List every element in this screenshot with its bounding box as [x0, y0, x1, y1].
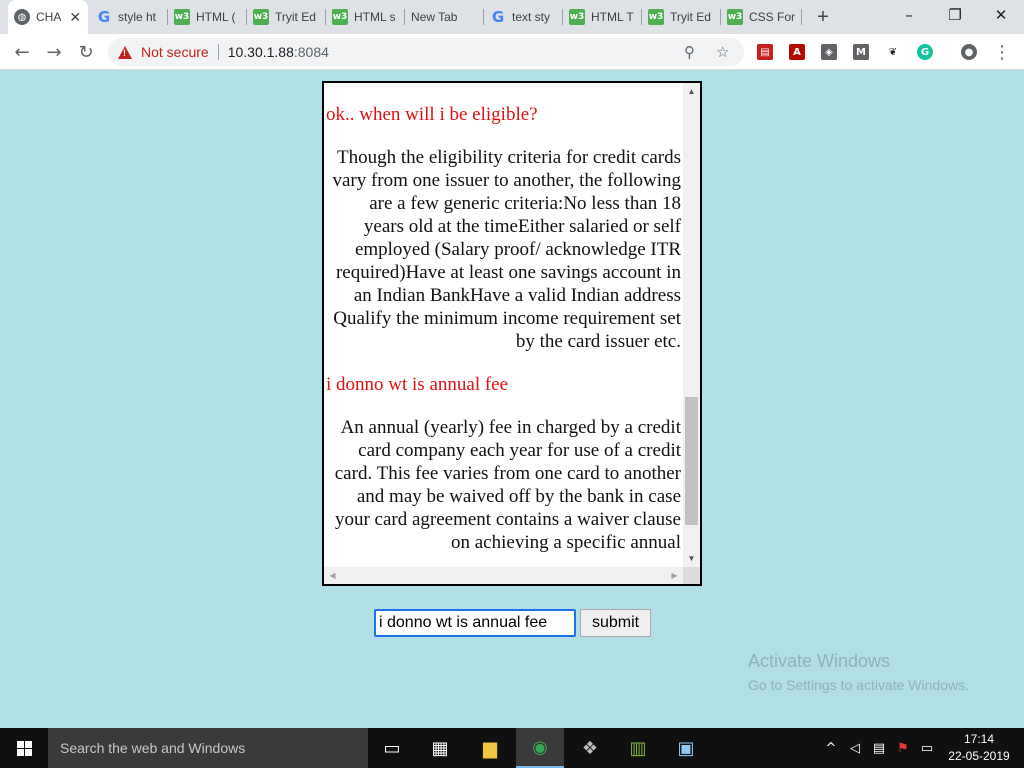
w3schools-icon: w3	[569, 9, 585, 25]
address-bar[interactable]: Not secure 10.30.1.88 :8084 ⚲ ☆	[108, 38, 744, 66]
tab[interactable]: w3 CSS For	[721, 0, 802, 34]
tab-title: HTML s	[354, 10, 396, 24]
tab[interactable]: New Tab	[405, 0, 484, 34]
tab-title: HTML T	[591, 10, 634, 24]
tab-title: CSS For	[749, 10, 796, 24]
new-tab-button[interactable]: +	[812, 6, 834, 28]
gimp-icon[interactable]: ❖	[566, 728, 614, 768]
scroll-down-icon[interactable]: ▼	[683, 550, 700, 567]
layers-extension-icon[interactable]: ◈	[821, 44, 837, 60]
forward-button[interactable]: →	[40, 38, 68, 66]
reload-button[interactable]: ↻	[72, 38, 100, 66]
url-host: 10.30.1.88	[227, 44, 294, 60]
activate-windows-watermark: Activate Windows Go to Settings to activ…	[748, 651, 969, 693]
url-port: :8084	[293, 44, 329, 60]
horizontal-scrollbar[interactable]: ◀ ▶	[324, 567, 683, 584]
tray-chevron-icon[interactable]: ^	[822, 728, 840, 768]
scroll-up-icon[interactable]: ▲	[683, 83, 700, 100]
flag-icon[interactable]: ⚑	[894, 728, 912, 768]
grammarly-icon[interactable]: G	[917, 44, 933, 60]
bot-message: An annual (yearly) fee in charged by a c…	[334, 417, 681, 553]
w3schools-icon: w3	[332, 9, 348, 25]
tab-title: Tryit Ed	[670, 10, 711, 24]
submit-button[interactable]: submit	[580, 609, 651, 637]
security-label[interactable]: Not secure	[141, 44, 209, 60]
clock-time: 17:14	[963, 732, 995, 746]
bot-message: Though the eligibility criteria for cred…	[332, 147, 681, 352]
action-center-icon[interactable]: ▭	[918, 728, 936, 768]
bird-extension-icon[interactable]: ❦	[885, 44, 901, 60]
tab[interactable]: w3 HTML s	[326, 0, 405, 34]
tab[interactable]: G style ht	[90, 0, 168, 34]
restore-button[interactable]: ❐	[932, 0, 978, 30]
chat-viewport[interactable]: ok.. when will i be eligible? Though the…	[324, 83, 683, 567]
scrollbar-corner	[683, 567, 700, 584]
tab-title: style ht	[118, 10, 157, 24]
tab[interactable]: w3 HTML (	[168, 0, 247, 34]
user-message: ok.. when will i be eligible?	[326, 104, 538, 125]
windows-logo-icon	[16, 740, 32, 756]
bookmark-star-icon[interactable]: ☆	[716, 43, 729, 61]
profile-avatar-icon[interactable]: ●	[961, 44, 977, 60]
tab[interactable]: w3 Tryit Ed	[642, 0, 721, 34]
back-button[interactable]: ←	[8, 38, 36, 66]
watermark-title: Activate Windows	[748, 651, 891, 671]
url-divider	[217, 44, 219, 60]
taskbar: Search the web and Windows ▭ ▦ ▆ ◉ ❖ ▥ ▣…	[0, 728, 1024, 768]
globe-icon: ◍	[14, 9, 30, 25]
chat-log: ok.. when will i be eligible? Though the…	[324, 103, 683, 567]
browser-toolbar: ← → ↻ Not secure 10.30.1.88 :8084 ⚲ ☆ ▤ …	[0, 34, 1024, 70]
minimize-button[interactable]: –	[886, 0, 932, 30]
scroll-right-icon[interactable]: ▶	[666, 567, 683, 584]
message-input[interactable]	[374, 609, 576, 637]
window-app-icon[interactable]: ▣	[662, 728, 710, 768]
file-explorer-icon[interactable]: ▆	[466, 728, 514, 768]
user-message: i donno wt is annual fee	[326, 374, 509, 395]
tab-title: CHA	[36, 10, 62, 24]
pdf-extension-icon[interactable]: A	[789, 44, 805, 60]
chart-app-icon[interactable]: ▥	[614, 728, 662, 768]
warning-icon	[118, 45, 132, 59]
tab[interactable]: G text sty	[484, 0, 563, 34]
menu-icon[interactable]: ⋮	[988, 38, 1016, 66]
google-icon: G	[97, 8, 111, 26]
volume-muted-icon[interactable]: ◁	[846, 728, 864, 768]
taskbar-search[interactable]: Search the web and Windows	[48, 728, 368, 768]
video-extension-icon[interactable]: ▤	[757, 44, 773, 60]
vertical-scrollbar[interactable]: ▲ ▼	[683, 83, 700, 567]
close-window-button[interactable]: ✕	[978, 0, 1024, 30]
close-tab-icon[interactable]: ✕	[69, 9, 81, 26]
tab-title: Tryit Ed	[275, 10, 316, 24]
clock[interactable]: 17:14 22-05-2019	[944, 731, 1014, 765]
tab-active[interactable]: ◍ CHA ✕	[8, 0, 88, 34]
store-icon[interactable]: ▦	[416, 728, 464, 768]
w3schools-icon: w3	[727, 9, 743, 25]
scrollbar-thumb[interactable]	[685, 397, 698, 525]
scroll-left-icon[interactable]: ◀	[324, 567, 341, 584]
chrome-icon[interactable]: ◉	[516, 728, 564, 768]
w3schools-icon: w3	[253, 9, 269, 25]
chat-box: ok.. when will i be eligible? Though the…	[322, 81, 702, 586]
tab[interactable]: w3 Tryit Ed	[247, 0, 326, 34]
network-icon[interactable]: ▤	[870, 728, 888, 768]
w3schools-icon: w3	[174, 9, 190, 25]
tab[interactable]: w3 HTML T	[563, 0, 642, 34]
tab-separator	[801, 9, 802, 25]
tab-title: text sty	[512, 10, 551, 24]
w3schools-icon: w3	[648, 9, 664, 25]
start-button[interactable]	[0, 728, 48, 768]
tab-strip: ◍ CHA ✕ G style ht w3 HTML ( w3 Tryit Ed…	[0, 0, 1024, 34]
task-view-icon[interactable]: ▭	[368, 728, 416, 768]
clock-date: 22-05-2019	[948, 749, 1010, 763]
tab-title: HTML (	[196, 10, 236, 24]
google-icon: G	[491, 8, 505, 26]
tab-title: New Tab	[411, 10, 458, 24]
zoom-icon[interactable]: ⚲	[684, 43, 695, 61]
m-extension-icon[interactable]: M	[853, 44, 869, 60]
watermark-subtitle: Go to Settings to activate Windows.	[748, 677, 969, 693]
